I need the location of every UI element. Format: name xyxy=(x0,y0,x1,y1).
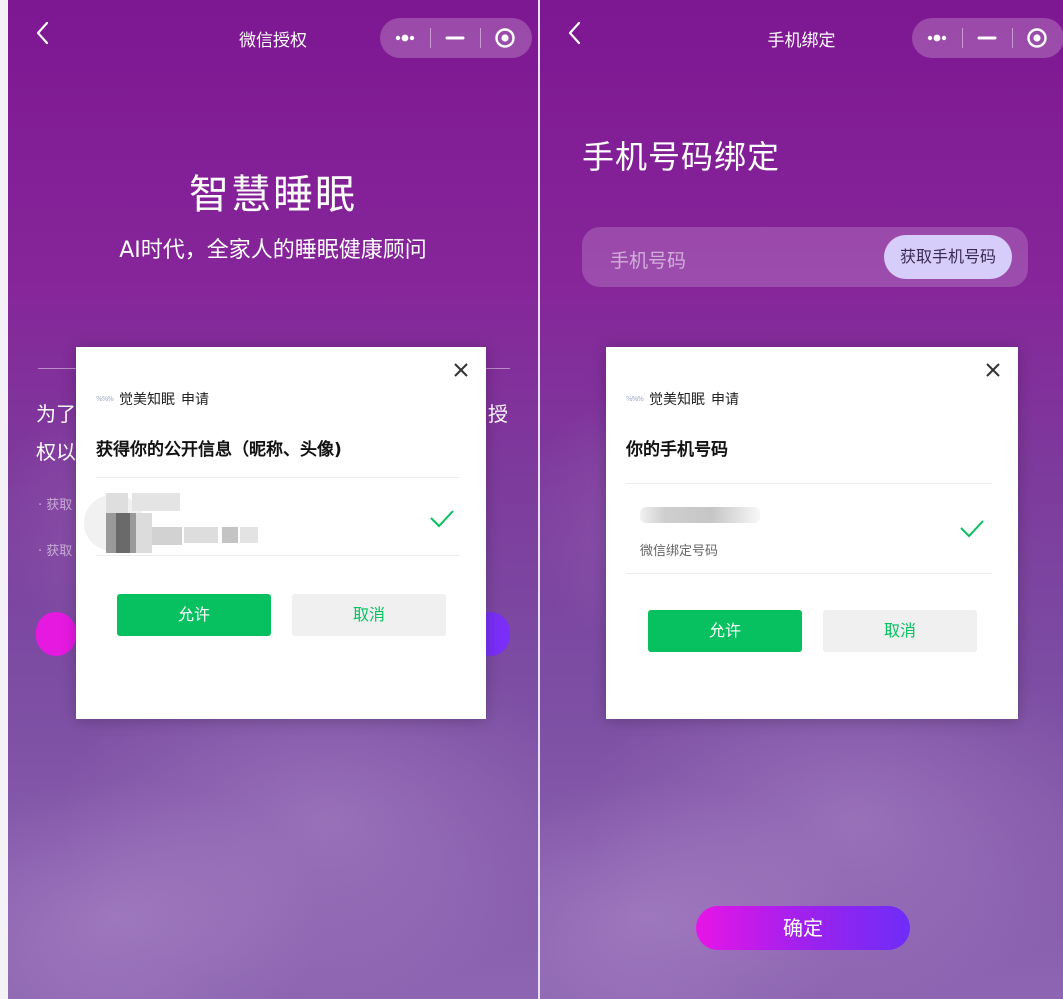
target-circle-icon xyxy=(495,28,515,48)
permission-item: · 获取 xyxy=(38,544,73,559)
divider xyxy=(96,477,460,478)
divider xyxy=(96,555,460,556)
more-dots-icon xyxy=(395,34,415,42)
dialog-close-button[interactable] xyxy=(984,361,1002,379)
blurred-phone-number[interactable] xyxy=(640,507,760,523)
intro-text: 权以 xyxy=(36,440,76,464)
more-dots-icon xyxy=(927,34,947,42)
hero-subtitle: AI时代，全家人的睡眠健康顾问 xyxy=(119,238,427,263)
minimize-button[interactable] xyxy=(430,18,480,58)
divider xyxy=(486,368,510,369)
app-request-line: %%% 觉美知眠 申请 xyxy=(626,389,739,409)
navbar: 微信授权 xyxy=(8,0,538,66)
cancel-button[interactable]: 取消 xyxy=(823,610,977,652)
more-button[interactable] xyxy=(912,18,962,58)
permission-item: · 获取 xyxy=(38,498,73,513)
app-name: 觉美知眠 xyxy=(118,392,175,408)
request-label: 申请 xyxy=(180,392,209,408)
dialog-close-button[interactable] xyxy=(452,361,470,379)
mini-program-capsule xyxy=(912,18,1063,58)
phone-source-note: 微信绑定号码 xyxy=(640,544,719,559)
allow-button[interactable]: 允许 xyxy=(648,610,802,652)
minimize-icon xyxy=(977,36,997,40)
intro-text: 为了 xyxy=(36,402,76,426)
close-program-button[interactable] xyxy=(1012,18,1062,58)
page-heading: 手机号码绑定 xyxy=(582,138,781,176)
divider xyxy=(626,483,992,484)
mini-program-capsule xyxy=(380,18,532,58)
selected-check xyxy=(428,507,456,529)
selected-check xyxy=(958,517,986,539)
app-logo-icon: %%% xyxy=(626,395,644,403)
more-button[interactable] xyxy=(380,18,430,58)
app-name: 觉美知眠 xyxy=(648,392,705,408)
profile-auth-dialog: %%% 觉美知眠 申请 获得你的公开信息（昵称、头像) 允许 取消 xyxy=(76,347,486,719)
hero-title: 智慧睡眠 xyxy=(189,172,357,218)
navbar: 手机绑定 xyxy=(540,0,1063,66)
target-circle-icon xyxy=(1027,28,1047,48)
minimize-icon xyxy=(445,36,465,40)
confirm-button[interactable]: 确定 xyxy=(696,906,910,950)
divider xyxy=(626,573,992,574)
checkmark-icon xyxy=(430,510,454,528)
close-icon xyxy=(986,363,1000,377)
phone-number-placeholder: 手机号码 xyxy=(610,250,687,272)
get-phone-number-button[interactable]: 获取手机号码 xyxy=(884,235,1012,279)
minimize-button[interactable] xyxy=(962,18,1012,58)
close-icon xyxy=(454,363,468,377)
cancel-button[interactable]: 取消 xyxy=(292,594,446,636)
intro-text: 授 xyxy=(488,402,508,426)
checkmark-icon xyxy=(960,520,984,538)
request-label: 申请 xyxy=(710,392,739,408)
app-request-line: %%% 觉美知眠 申请 xyxy=(96,389,209,409)
blurred-profile-option[interactable] xyxy=(76,489,258,555)
close-program-button[interactable] xyxy=(480,18,530,58)
app-logo-icon: %%% xyxy=(96,395,114,403)
dialog-heading: 获得你的公开信息（昵称、头像) xyxy=(96,440,342,460)
window-edge xyxy=(0,0,8,999)
dialog-heading: 你的手机号码 xyxy=(626,440,728,460)
authorize-button-edge xyxy=(36,612,76,656)
allow-button[interactable]: 允许 xyxy=(117,594,271,636)
phone-number-field[interactable]: 手机号码 获取手机号码 xyxy=(582,227,1028,287)
phone-auth-dialog: %%% 觉美知眠 申请 你的手机号码 微信绑定号码 允许 取消 xyxy=(606,347,1018,719)
